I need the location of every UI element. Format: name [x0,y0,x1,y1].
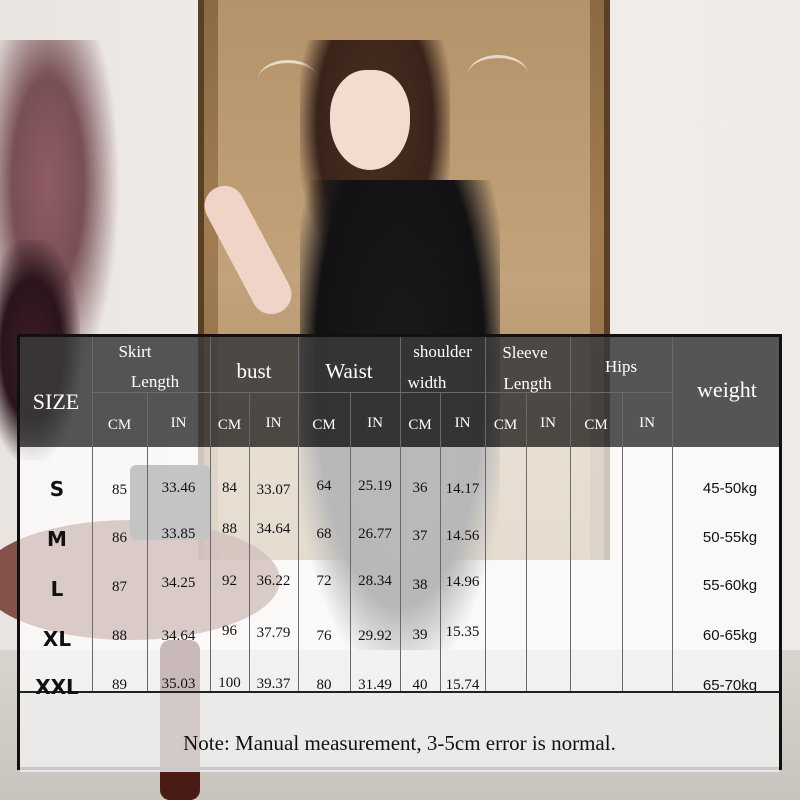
header-bust: bust [236,359,272,383]
table-cell: 39 [412,627,428,643]
header-shoulder-width-1: shoulder [413,342,472,361]
grid-line [622,392,623,691]
table-cell: 85 [112,482,127,498]
header-shoulder-in: IN [454,415,471,431]
size-label: XL [42,627,72,651]
table-cell: 14.96 [445,574,480,590]
table-cell: 84 [222,480,237,496]
table-cell: 34.64 [161,628,196,644]
table-cell: 33.07 [256,482,291,498]
weight-cell: 60-65kg [702,627,758,644]
size-label: S [49,477,65,501]
table-cell: 72 [316,573,332,589]
crane-figure [468,55,528,94]
table-cell: 40 [412,677,428,693]
grid-line [249,392,250,691]
table-cell: 64 [316,478,332,494]
table-cell: 28.34 [358,573,392,589]
header-skirt-cm: CM [107,417,132,433]
weight-cell: 50-55kg [702,529,758,546]
table-cell: 76 [316,628,332,644]
header-hips-in: IN [639,415,655,431]
size-chart: SIZE Skirt Length bust Waist shoulder wi… [17,334,782,772]
table-cell: 86 [112,530,127,546]
table-cell: 15.35 [445,624,480,640]
table-cell: 29.92 [358,628,392,644]
table-cell: 88 [112,628,127,644]
table-cell: 33.85 [161,526,196,542]
header-shoulder-width-2: width [407,373,447,392]
header-weight: weight [697,377,757,402]
table-cell: 38 [412,577,428,593]
table-cell: 87 [112,579,127,595]
note-text: Note: Manual measurement, 3-5cm error is… [183,731,616,755]
header-skirt-in: IN [170,415,187,431]
header-skirt-length-2: Length [130,372,180,391]
table-cell: 96 [222,623,237,639]
table-cell: 25.19 [358,478,392,494]
table-cell: 68 [316,526,332,542]
header-bust-cm: CM [217,417,242,433]
table-cell: 39.37 [256,676,291,692]
table-cell: 89 [112,677,127,693]
header-sleeve-cm: CM [493,417,518,433]
header-waist-cm: CM [312,417,336,433]
size-label: M [47,527,67,551]
header-sleeve-length-2: Length [503,374,552,393]
header-skirt-length-1: Skirt [118,342,152,361]
table-cell: 37.79 [256,625,291,641]
table-cell: 31.49 [358,677,392,693]
model-face [330,70,410,170]
table-cell: 92 [222,573,237,589]
table-cell: 36.22 [256,573,291,589]
grid-line [570,337,571,691]
table-cell: 33.46 [161,480,196,496]
header-sleeve-in: IN [540,415,556,431]
header-size: SIZE [32,389,80,414]
table-cell: 34.64 [256,521,291,537]
table-cell: 14.17 [445,481,480,497]
table-cell: 26.77 [358,526,392,542]
size-label: XXL [35,675,79,699]
size-label: L [50,577,64,601]
grid-line [526,392,527,691]
table-cell: 37 [412,528,428,544]
weight-cell: 55-60kg [702,577,758,594]
table-cell: 100 [218,675,241,691]
table-cell: 15.74 [445,677,480,693]
header-waist: Waist [325,359,373,383]
table-cell: 80 [316,677,332,693]
header-waist-in: IN [367,415,383,431]
table-cell: 14.56 [445,528,480,544]
header-bust-in: IN [265,415,282,431]
table-cell: 88 [222,521,237,537]
grid-line [92,392,672,393]
table-cell: 34.25 [161,575,196,591]
header-shoulder-cm: CM [408,417,432,433]
header-hips-cm: CM [584,417,608,433]
header-sleeve-length-1: Sleeve [502,343,548,362]
table-cell: 36 [412,480,428,496]
weight-cell: 45-50kg [702,480,758,497]
weight-cell: 65-70kg [702,677,758,694]
table-cell: 35.03 [161,676,196,692]
header-hips: Hips [604,357,638,376]
